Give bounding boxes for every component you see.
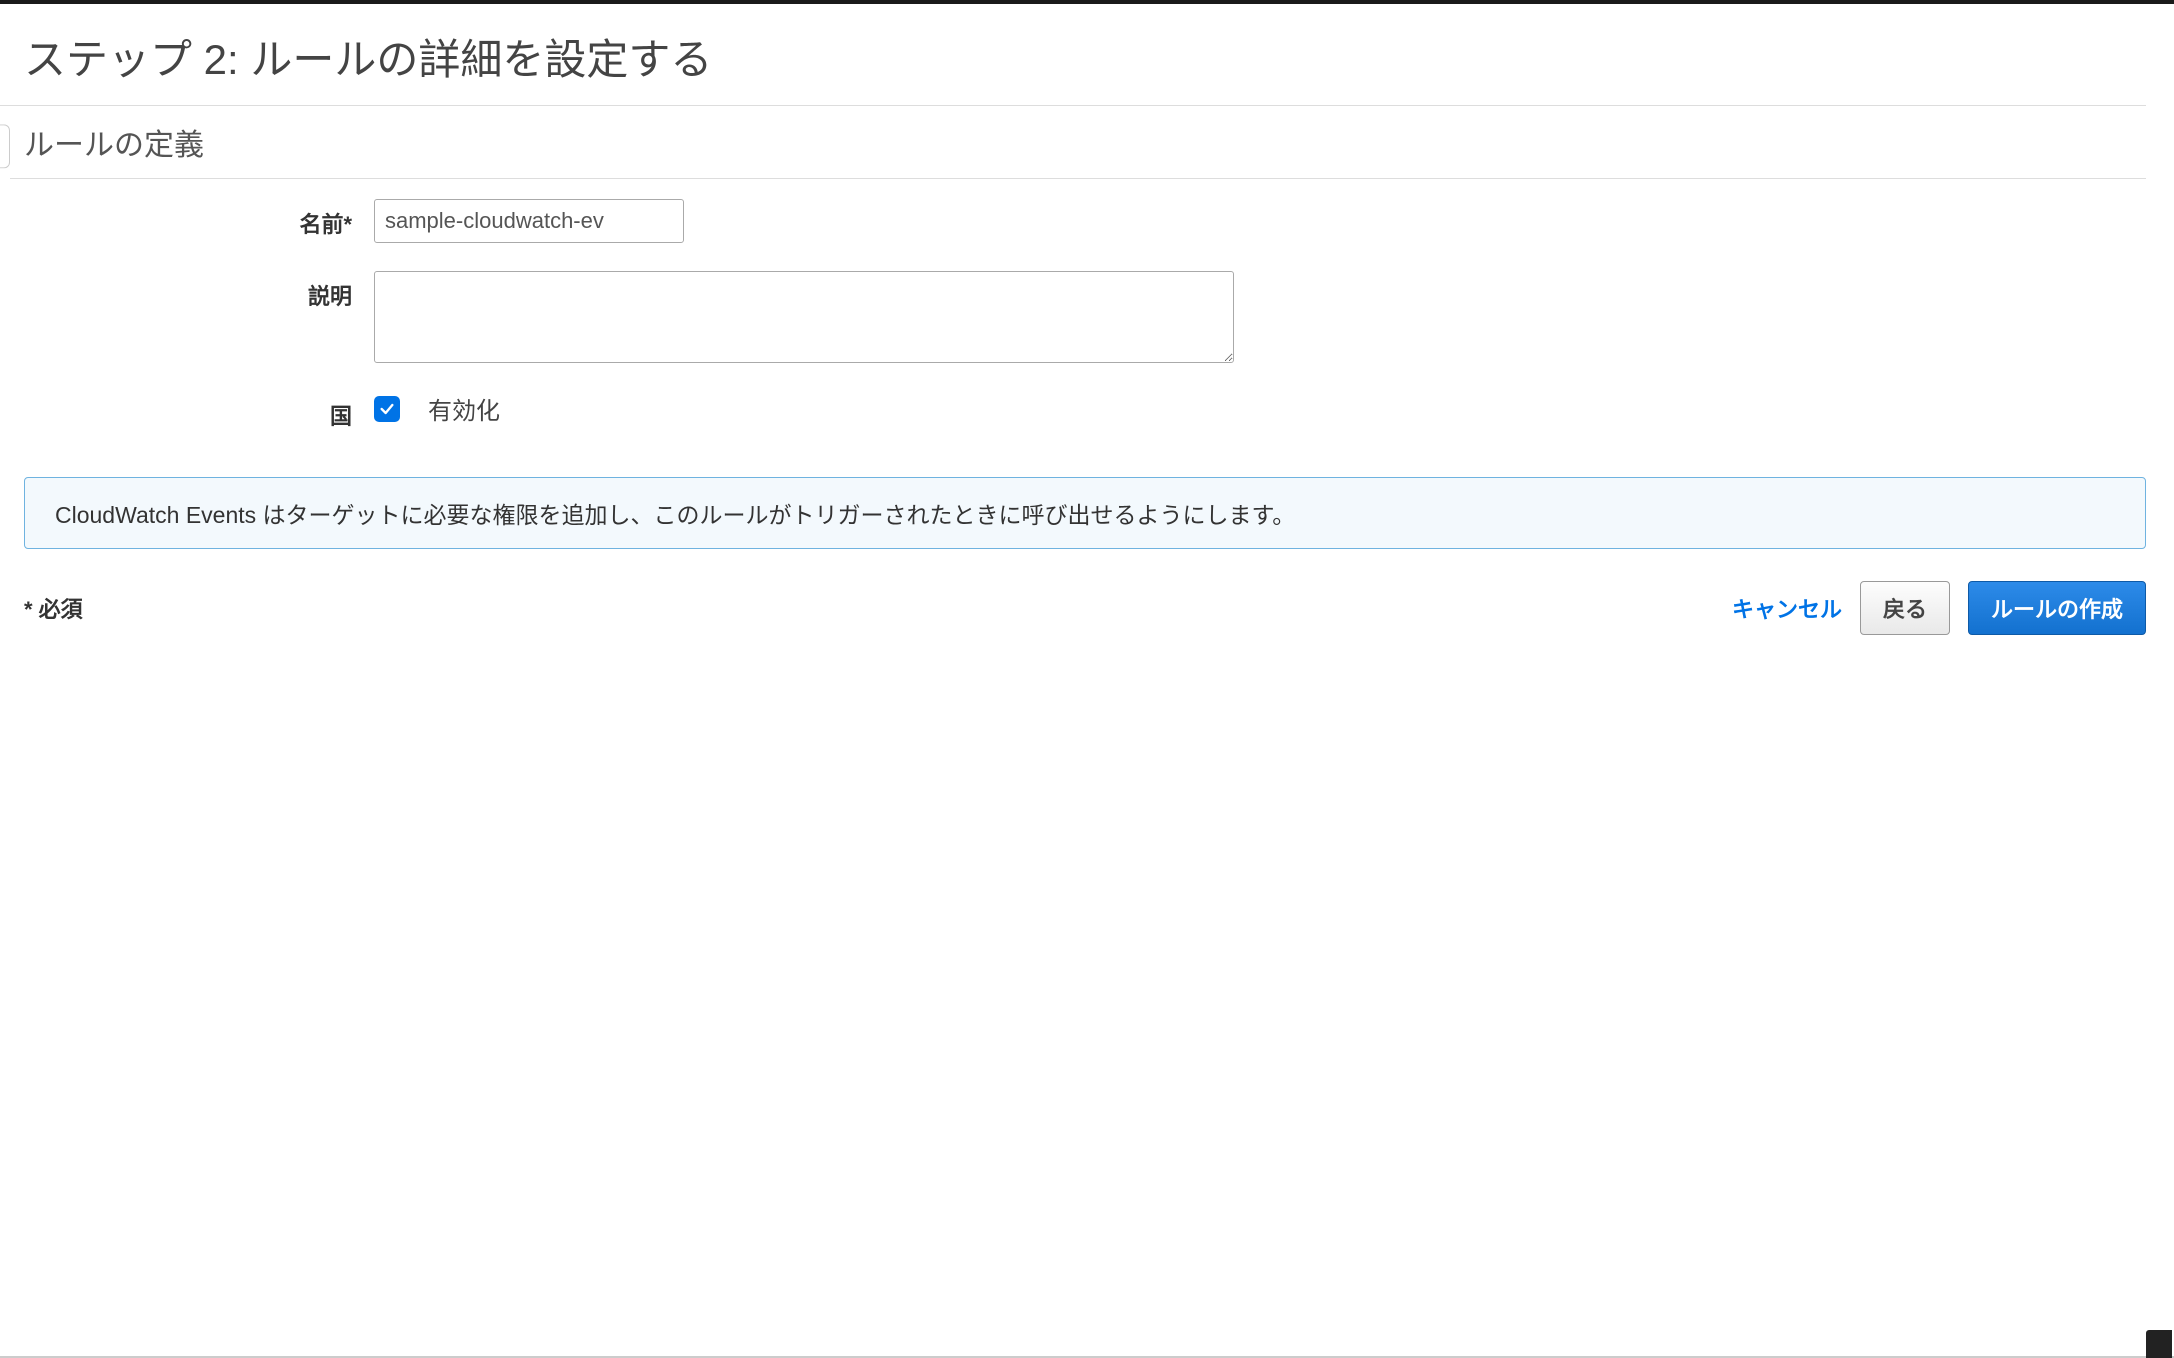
label-name: 名前*: [24, 199, 374, 239]
create-rule-button[interactable]: ルールの作成: [1968, 581, 2146, 635]
cancel-link[interactable]: キャンセル: [1732, 592, 1842, 624]
check-icon: [379, 401, 395, 417]
footer: * 必須 キャンセル 戻る ルールの作成: [0, 569, 2174, 635]
required-note: * 必須: [24, 592, 83, 624]
collapse-tab[interactable]: [0, 124, 10, 168]
back-button[interactable]: 戻る: [1860, 581, 1950, 635]
row-state: 国 有効化: [24, 391, 2150, 431]
state-checkbox[interactable]: [374, 396, 400, 422]
info-banner: CloudWatch Events はターゲットに必要な権限を追加し、このルール…: [24, 477, 2146, 549]
label-description: 説明: [24, 271, 374, 311]
rule-definition-form: 名前* 説明 国 有効化: [0, 179, 2174, 467]
name-input[interactable]: [374, 199, 684, 243]
scroll-corner: [2146, 1330, 2172, 1358]
row-name: 名前*: [24, 199, 2150, 243]
action-buttons: キャンセル 戻る ルールの作成: [1732, 581, 2146, 635]
description-textarea[interactable]: [374, 271, 1234, 363]
label-state: 国: [24, 391, 374, 431]
row-description: 説明: [24, 271, 2150, 363]
section-title-text: ルールの定義: [24, 129, 204, 162]
page-title: ステップ 2: ルールの詳細を設定する: [0, 4, 2146, 106]
state-enabled-label: 有効化: [428, 391, 500, 426]
section-rule-definition: ルールの定義: [10, 106, 2146, 179]
